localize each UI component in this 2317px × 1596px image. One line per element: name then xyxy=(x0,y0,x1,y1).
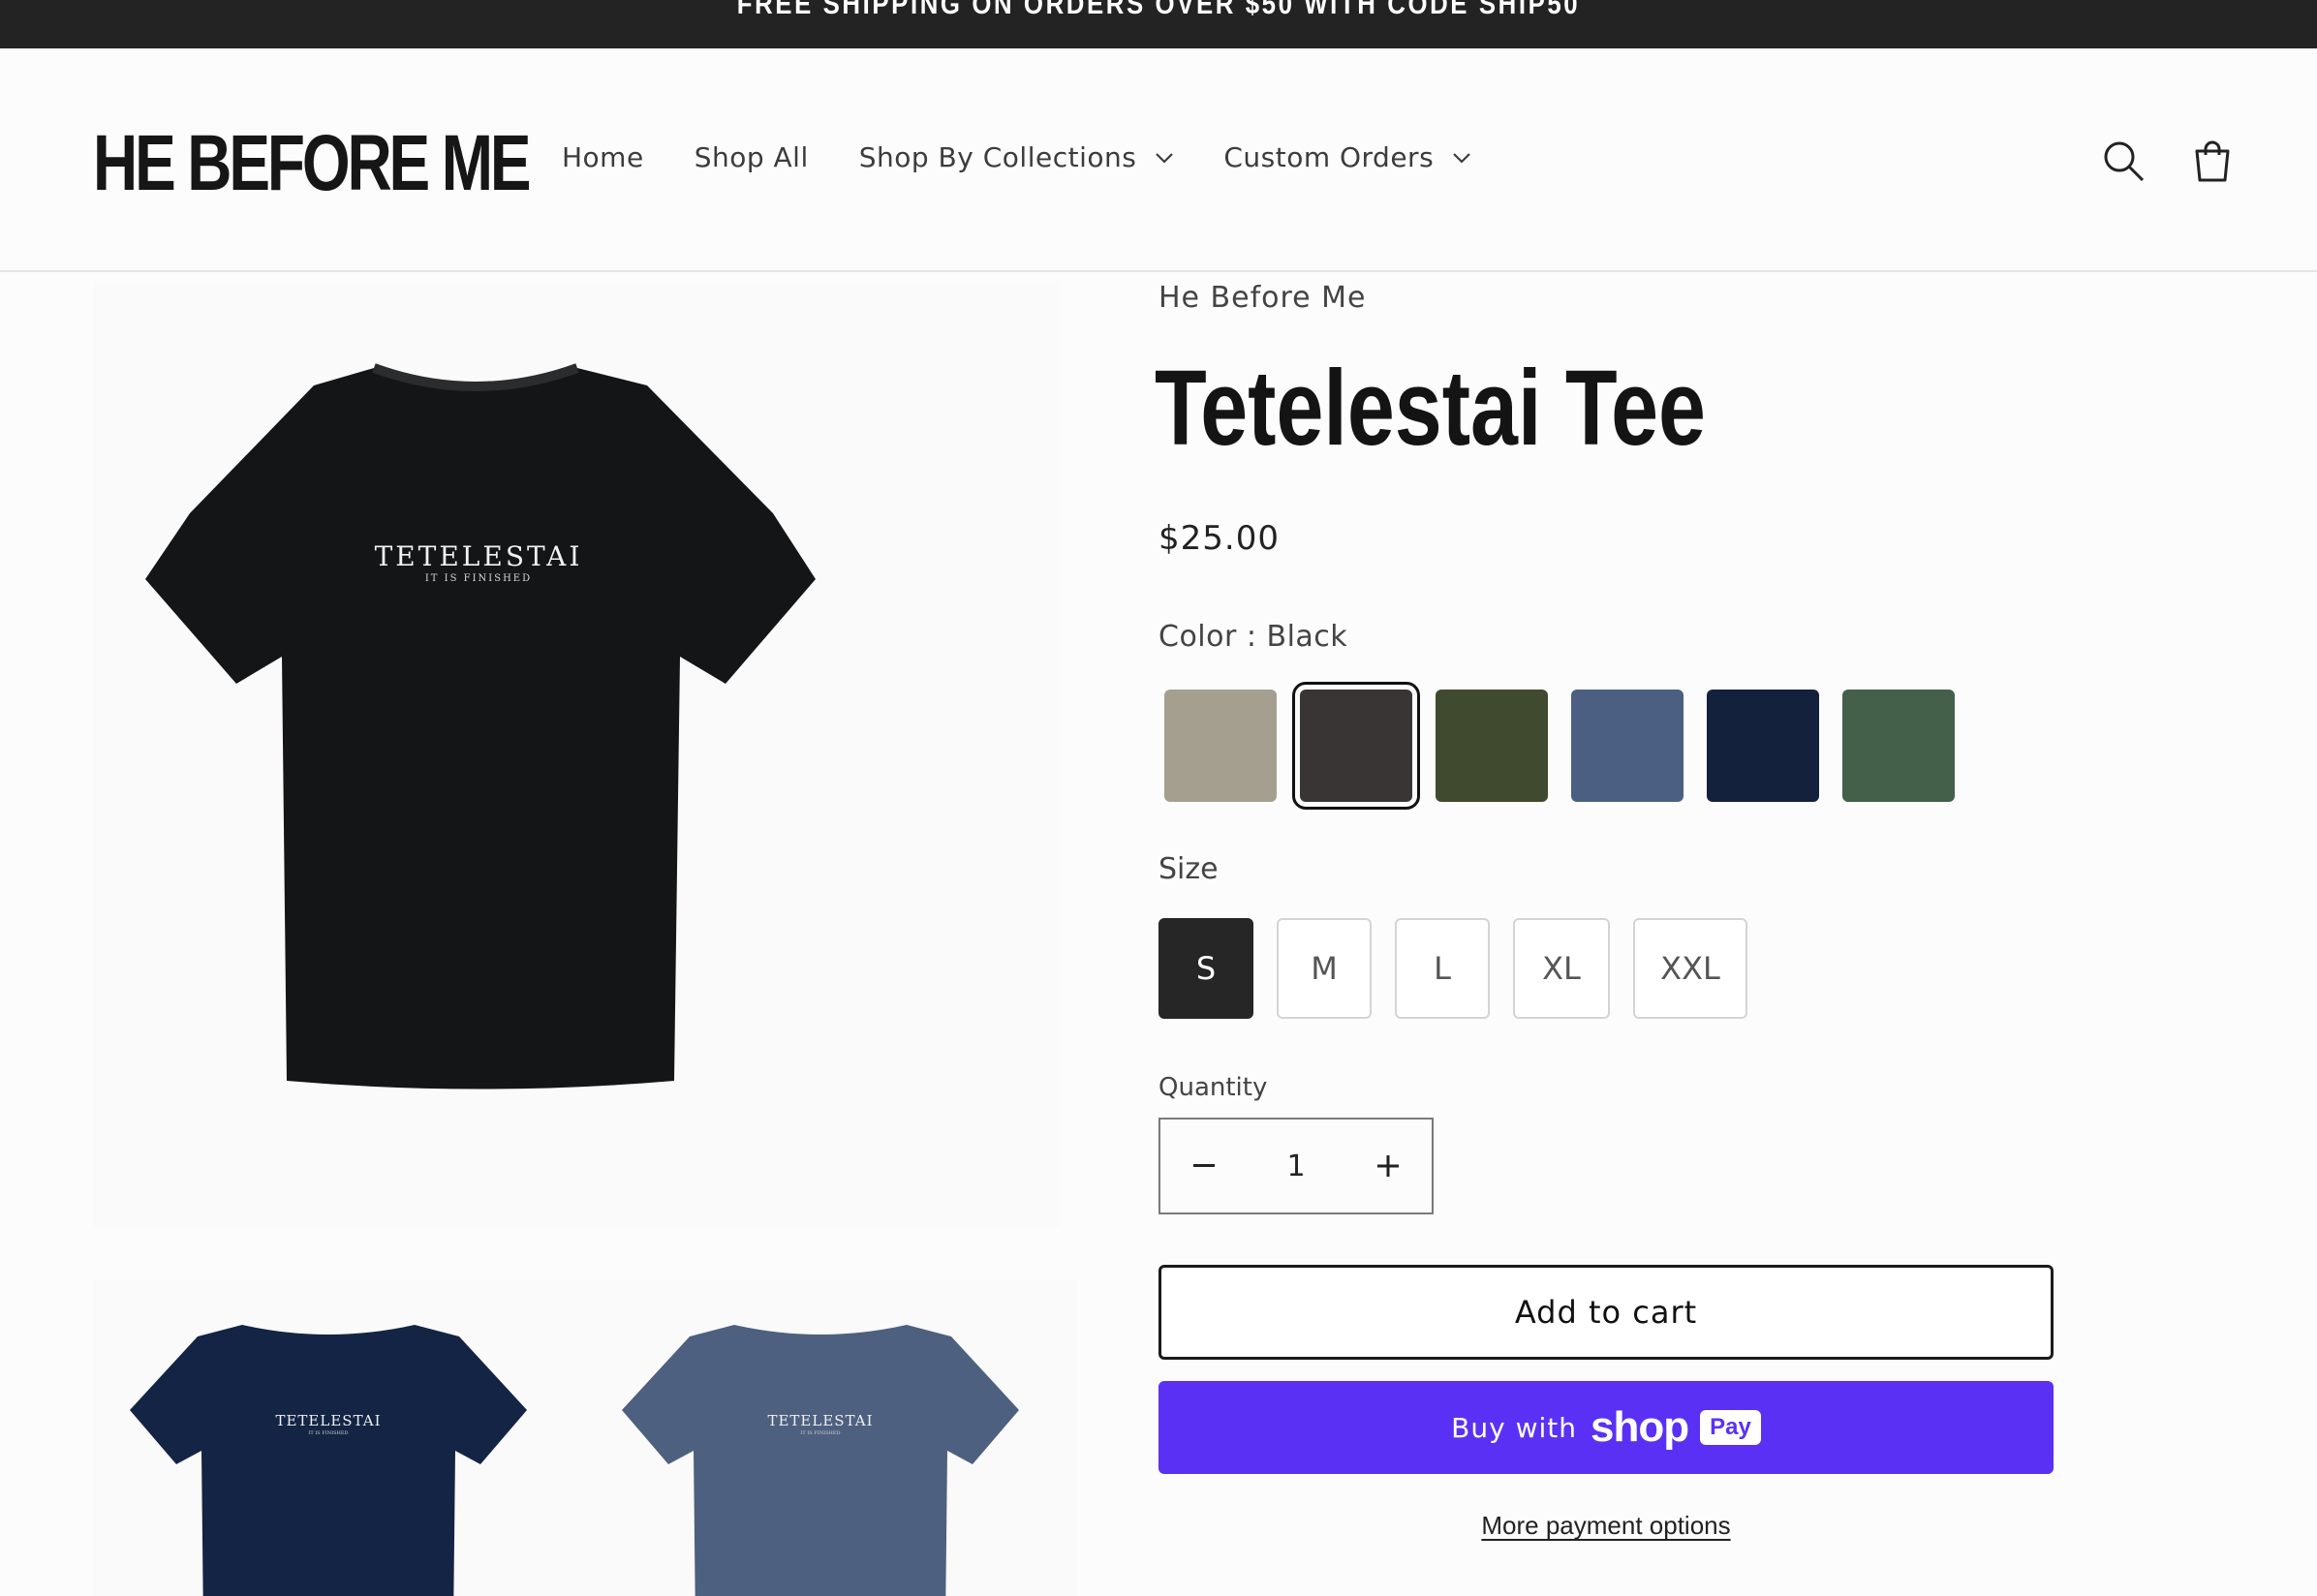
chevron-down-icon xyxy=(1453,152,1470,164)
shop-pay-button[interactable]: Buy with shop Pay xyxy=(1158,1381,2054,1474)
size-option-s[interactable]: S xyxy=(1158,918,1253,1019)
site-header: HE BEFORE ME Home Shop All Shop By Colle… xyxy=(0,48,2317,272)
color-swatch-green[interactable] xyxy=(1842,690,1955,802)
nav-custom-orders[interactable]: Custom Orders xyxy=(1223,141,1470,173)
size-option-xxl[interactable]: XXL xyxy=(1633,918,1747,1019)
announcement-bar: FREE SHIPPING ON ORDERS OVER $50 WITH CO… xyxy=(0,0,2317,48)
nav-home[interactable]: Home xyxy=(562,141,644,173)
print-title: TETELESTAI xyxy=(275,1412,381,1429)
print-subtitle: IT IS FINISHED xyxy=(425,573,532,584)
quantity-label: Quantity xyxy=(1158,1073,1268,1102)
nav-shop-all-label: Shop All xyxy=(694,141,809,173)
color-swatch-black[interactable] xyxy=(1292,682,1420,810)
color-swatch-khaki[interactable] xyxy=(1164,690,1277,802)
print-title: TETELESTAI xyxy=(767,1412,873,1429)
minus-icon xyxy=(1193,1164,1215,1167)
product-thumbnail-blue[interactable]: TETELESTAI IT IS FINISHED xyxy=(585,1280,1077,1596)
product-title: Tetelestai Tee xyxy=(1155,349,1706,468)
color-swatch-olive[interactable] xyxy=(1436,690,1548,802)
quantity-input[interactable]: 1 xyxy=(1248,1120,1344,1212)
search-icon[interactable] xyxy=(2100,138,2147,184)
more-payment-options-link[interactable]: More payment options xyxy=(1158,1511,2054,1541)
nav-shop-by-collections[interactable]: Shop By Collections xyxy=(859,141,1174,173)
product-thumbnail-navy[interactable]: TETELESTAI IT IS FINISHED xyxy=(93,1280,585,1596)
main-nav: Home Shop All Shop By Collections Custom… xyxy=(562,141,1521,173)
size-label: Size xyxy=(1158,852,1219,886)
print-title: TETELESTAI xyxy=(375,540,583,572)
nav-home-label: Home xyxy=(562,141,644,173)
color-label: Color : Black xyxy=(1158,620,1348,654)
nav-shop-all[interactable]: Shop All xyxy=(695,141,809,173)
shop-pay-prefix: Buy with xyxy=(1451,1411,1578,1444)
shop-pay-badge: Pay xyxy=(1700,1410,1761,1445)
cart-icon[interactable] xyxy=(2189,138,2236,184)
size-option-m[interactable]: M xyxy=(1277,918,1372,1019)
color-swatch-blue-jean[interactable] xyxy=(1571,690,1684,802)
product-vendor[interactable]: He Before Me xyxy=(1158,281,1367,315)
announcement-text: FREE SHIPPING ON ORDERS OVER $50 WITH CO… xyxy=(736,0,1581,20)
size-option-xl[interactable]: XL xyxy=(1513,918,1610,1019)
tshirt-navy-image: TETELESTAI IT IS FINISHED xyxy=(130,1325,527,1596)
product-main-image[interactable]: TETELESTAI IT IS FINISHED xyxy=(93,281,1060,1230)
add-to-cart-button[interactable]: Add to cart xyxy=(1158,1265,2054,1360)
quantity-decrease-button[interactable] xyxy=(1160,1120,1248,1212)
print-subtitle: IT IS FINISHED xyxy=(800,1430,840,1436)
plus-icon xyxy=(1377,1155,1399,1177)
product-price: $25.00 xyxy=(1158,519,1280,558)
tshirt-black-image: TETELESTAI IT IS FINISHED xyxy=(145,363,816,1090)
quantity-increase-button[interactable] xyxy=(1344,1120,1432,1212)
print-subtitle: IT IS FINISHED xyxy=(308,1430,348,1436)
shop-pay-logo: shop xyxy=(1591,1403,1689,1451)
nav-shop-by-collections-label: Shop By Collections xyxy=(858,141,1137,173)
chevron-down-icon xyxy=(1156,152,1174,164)
quantity-stepper: 1 xyxy=(1158,1118,1434,1214)
site-logo[interactable]: HE BEFORE ME xyxy=(93,118,532,209)
color-swatch-navy[interactable] xyxy=(1707,690,1819,802)
size-option-l[interactable]: L xyxy=(1395,918,1490,1019)
tshirt-blue-image: TETELESTAI IT IS FINISHED xyxy=(622,1325,1019,1596)
nav-custom-orders-label: Custom Orders xyxy=(1223,141,1435,173)
